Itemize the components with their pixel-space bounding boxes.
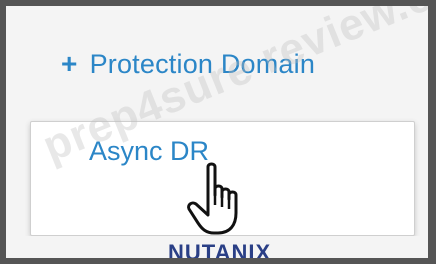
add-protection-domain-button[interactable]: + Protection Domain bbox=[61, 48, 315, 80]
add-protection-domain-label: Protection Domain bbox=[89, 48, 316, 79]
screen: + Protection Domain Async DR NUTANIX pre… bbox=[6, 6, 428, 258]
nutanix-logo: NUTANIX bbox=[168, 240, 272, 259]
hand-pointer-icon bbox=[187, 162, 238, 235]
plus-icon: + bbox=[61, 48, 78, 79]
